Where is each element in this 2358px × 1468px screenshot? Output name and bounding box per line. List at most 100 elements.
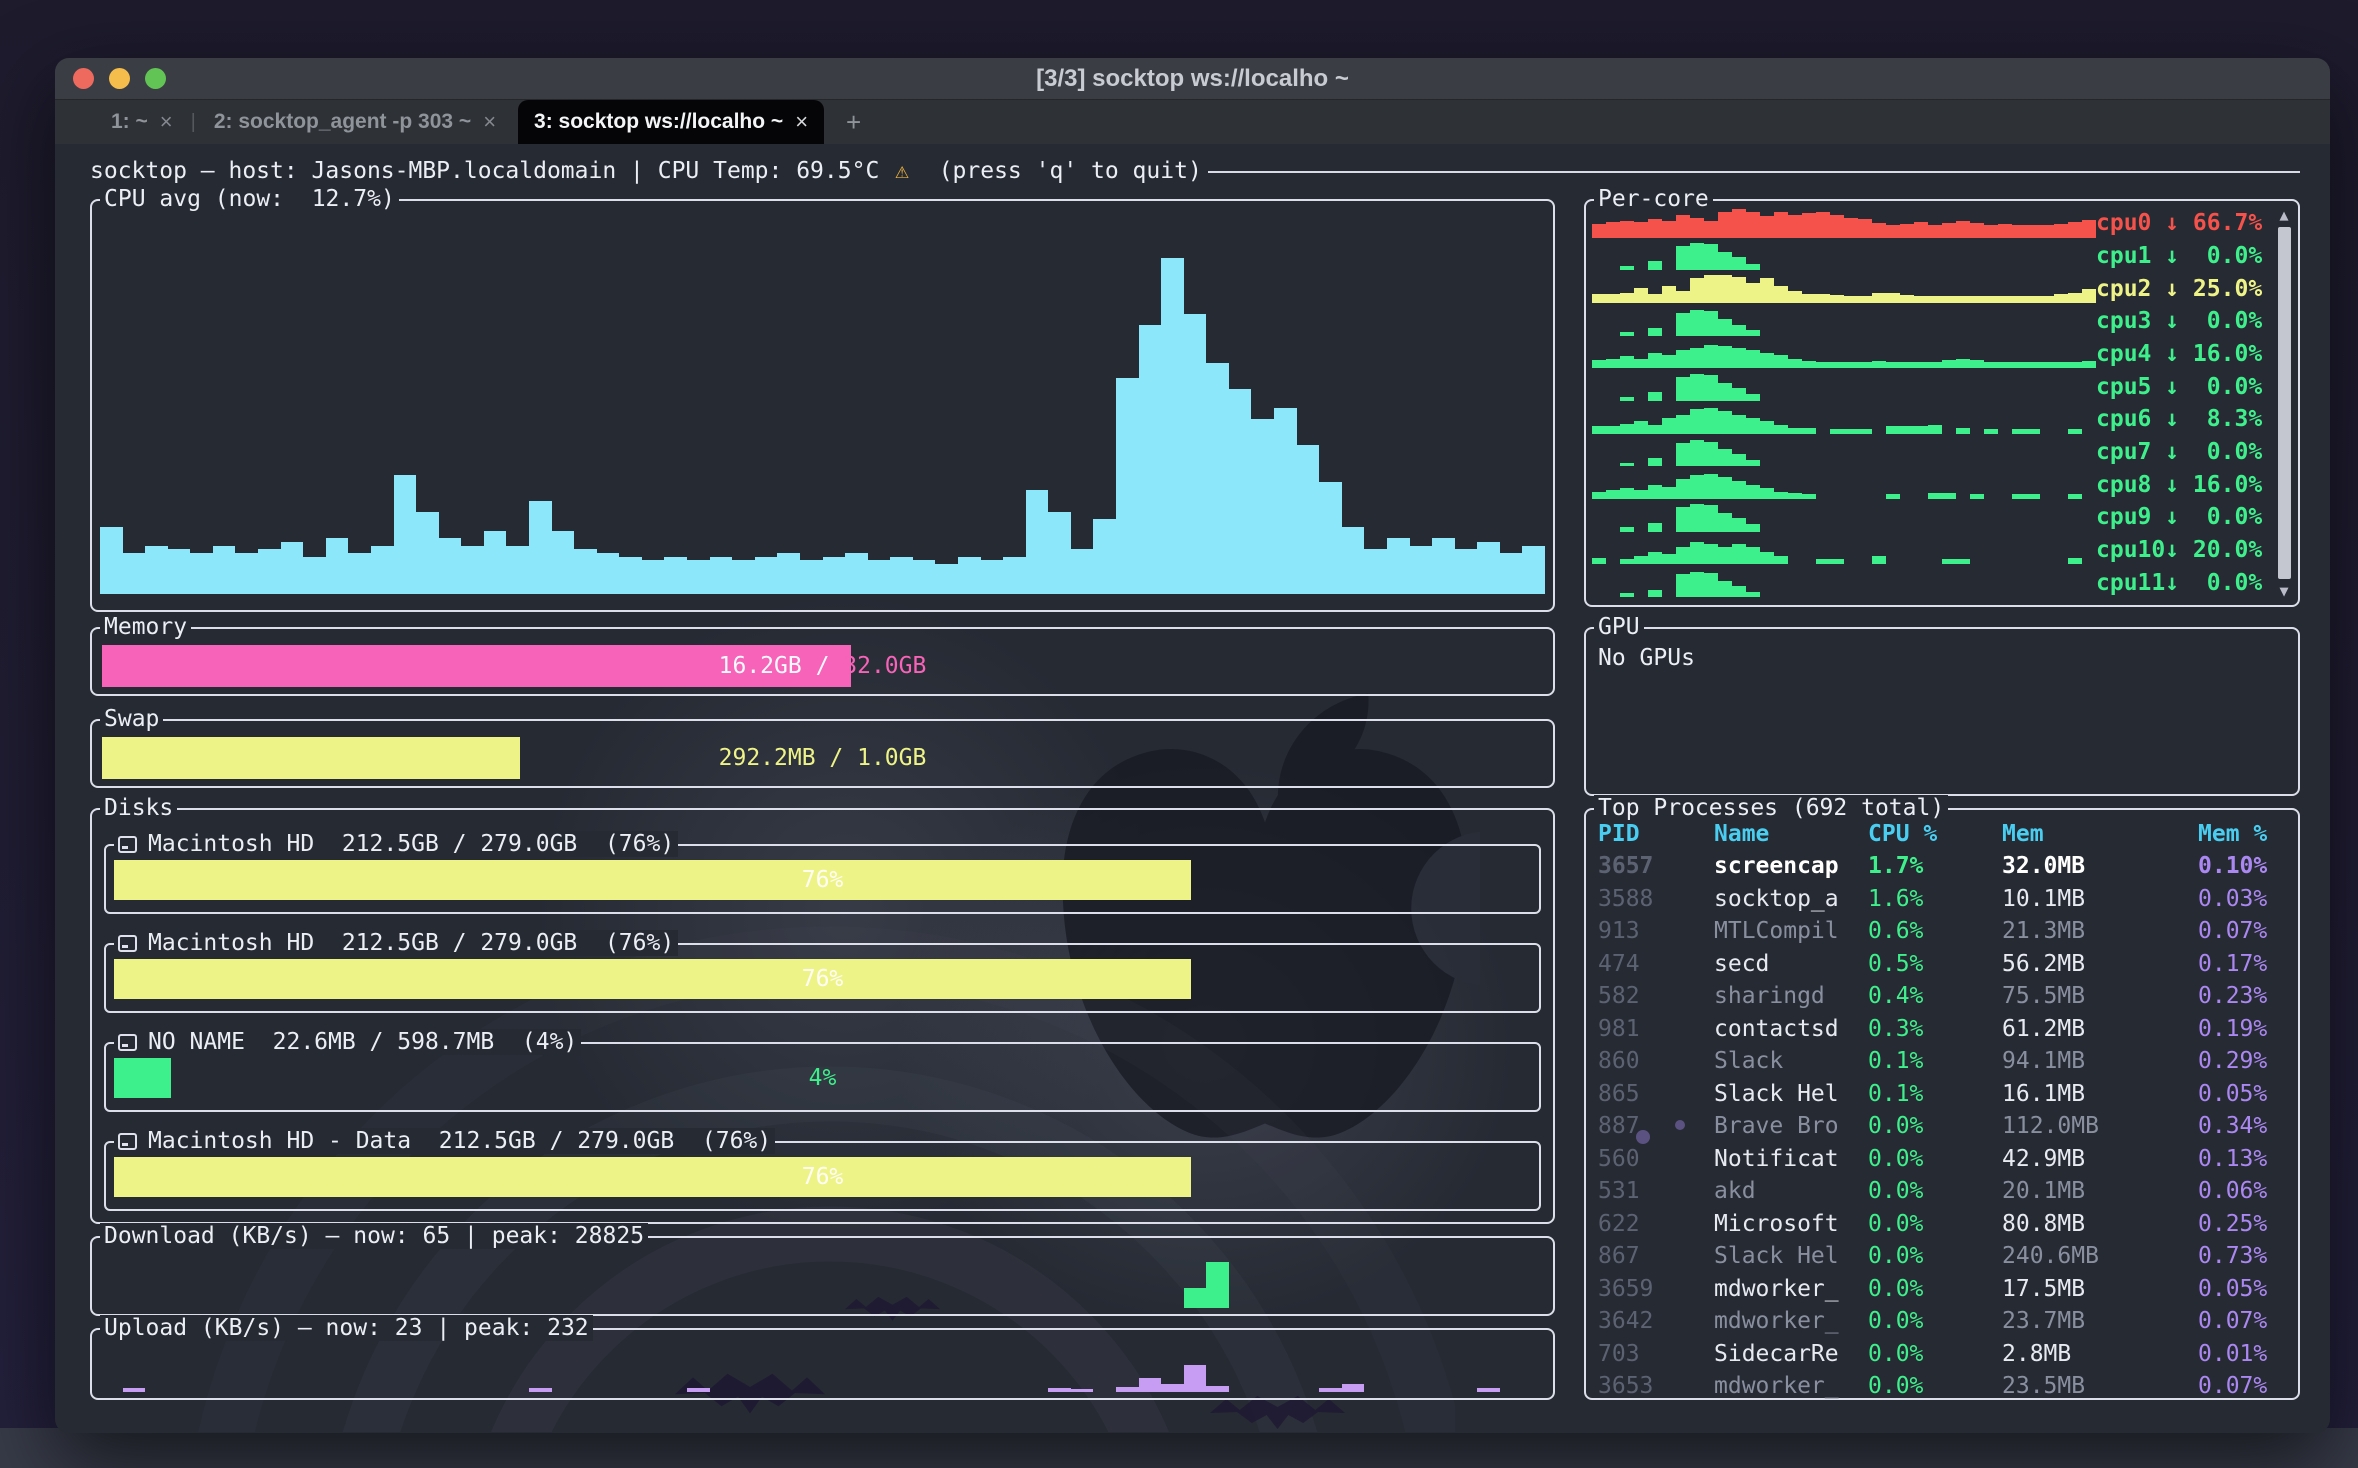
- process-pid: 913: [1598, 918, 1714, 944]
- scroll-down-icon[interactable]: ▼: [2279, 583, 2288, 599]
- disk-gauge-label: 76%: [114, 1157, 1531, 1197]
- minimize-window-button[interactable]: [109, 68, 130, 89]
- process-name: mdworker_: [1714, 1276, 1868, 1302]
- process-row: 3588 socktop_a 1.6% 10.1MB 0.03%: [1598, 883, 2286, 916]
- per-core-scrollbar[interactable]: ▲ ▼: [2275, 207, 2293, 599]
- tab-3-close-icon[interactable]: ×: [795, 109, 808, 135]
- process-row: 474 secd 0.5% 56.2MB 0.17%: [1598, 948, 2286, 981]
- core-label: cpu5 ↓ 0.0%: [2096, 370, 2262, 403]
- process-cpu-pct: 0.1%: [1868, 1048, 2002, 1074]
- process-row: 622 Microsoft 0.0% 80.8MB 0.25%: [1598, 1208, 2286, 1241]
- core-label: cpu9 ↓ 0.0%: [2096, 501, 2262, 534]
- core-sparkline: [1592, 370, 2096, 403]
- memory-panel-title: Memory: [100, 614, 191, 640]
- disk-usage-gauge: 4%: [114, 1058, 1531, 1098]
- core-sparkline: [1592, 501, 2096, 534]
- disk-label: Macintosh HD - Data 212.5GB / 279.0GB (7…: [148, 1128, 771, 1154]
- process-pid: 582: [1598, 983, 1714, 1009]
- process-pid: 622: [1598, 1211, 1714, 1237]
- process-mem: 32.0MB: [2002, 853, 2198, 879]
- process-table-body: 3657 screencap 1.7% 32.0MB 0.10% 3588 so…: [1598, 850, 2286, 1403]
- tab-3-active[interactable]: 3: socktop ws://localho ~×: [518, 100, 824, 144]
- terminal-window: [3/3] socktop ws://localho ~ 1: ~× | 2: …: [55, 58, 2330, 1433]
- process-mem: 94.1MB: [2002, 1048, 2198, 1074]
- process-pid: 3588: [1598, 886, 1714, 912]
- core-label: cpu3 ↓ 0.0%: [2096, 305, 2262, 338]
- core-label: cpu6 ↓ 8.3%: [2096, 403, 2262, 436]
- tab-bar: 1: ~× | 2: socktop_agent -p 303 ~× 3: so…: [55, 100, 2330, 144]
- tab-1-close-icon[interactable]: ×: [160, 109, 173, 135]
- gpu-status-text: No GPUs: [1586, 629, 2298, 687]
- scrollbar-thumb[interactable]: [2278, 227, 2291, 579]
- swap-panel-title: Swap: [100, 706, 163, 732]
- process-row: 703 SidecarRe 0.0% 2.8MB 0.01%: [1598, 1338, 2286, 1371]
- process-mem: 23.7MB: [2002, 1308, 2198, 1334]
- core-row: cpu2 ↓ 25.0%: [1592, 272, 2262, 305]
- process-mem-pct: 0.06%: [2198, 1178, 2286, 1204]
- process-mem: 80.8MB: [2002, 1211, 2198, 1237]
- process-cpu-pct: 0.0%: [1868, 1276, 2002, 1302]
- process-name: mdworker_: [1714, 1308, 1868, 1334]
- top-processes-panel: Top Processes (692 total) PID Name CPU %…: [1584, 808, 2300, 1400]
- core-sparkline: [1592, 468, 2096, 501]
- swap-panel: Swap 292.2MB / 1.0GB: [90, 719, 1555, 788]
- disk-usage-gauge: 76%: [114, 860, 1531, 900]
- process-mem-pct: 0.03%: [2198, 886, 2286, 912]
- process-cpu-pct: 0.0%: [1868, 1373, 2002, 1399]
- gpu-panel-title: GPU: [1594, 614, 1644, 640]
- process-cpu-pct: 0.0%: [1868, 1113, 2002, 1139]
- swap-gauge-label: 292.2MB / 1.0GB: [102, 737, 1543, 779]
- process-cpu-pct: 0.6%: [1868, 918, 2002, 944]
- process-cpu-pct: 0.0%: [1868, 1146, 2002, 1172]
- warning-icon: ⚠: [893, 158, 911, 184]
- memory-panel: Memory 16.2GB / 32.0GB: [90, 627, 1555, 696]
- process-mem-pct: 0.73%: [2198, 1243, 2286, 1269]
- tab-2-close-icon[interactable]: ×: [483, 109, 496, 135]
- core-row: cpu7 ↓ 0.0%: [1592, 436, 2262, 469]
- process-mem: 75.5MB: [2002, 983, 2198, 1009]
- wallpaper-bottom-strip: [0, 1428, 2358, 1468]
- process-pid: 703: [1598, 1341, 1714, 1367]
- disk-usage-gauge: 76%: [114, 1157, 1531, 1197]
- process-name: sharingd: [1714, 983, 1868, 1009]
- terminal-content: socktop — host: Jasons-MBP.localdomain |…: [55, 144, 2330, 1432]
- process-name: SidecarRe: [1714, 1341, 1868, 1367]
- cpu-avg-panel: CPU avg (now: 12.7%): [90, 199, 1555, 612]
- window-titlebar[interactable]: [3/3] socktop ws://localho ~: [55, 58, 2330, 100]
- new-tab-button[interactable]: +: [846, 107, 861, 138]
- core-label: cpu11↓ 0.0%: [2096, 566, 2262, 599]
- disk-item: NO NAME 22.6MB / 598.7MB (4%) 4%: [104, 1042, 1541, 1112]
- disk-icon: [118, 935, 137, 952]
- zoom-window-button[interactable]: [145, 68, 166, 89]
- disk-item-title: Macintosh HD 212.5GB / 279.0GB (76%): [114, 930, 678, 956]
- disk-list: Macintosh HD 212.5GB / 279.0GB (76%) 76%…: [104, 844, 1541, 1211]
- process-row: 3653 mdworker_ 0.0% 23.5MB 0.07%: [1598, 1370, 2286, 1403]
- process-mem-pct: 0.29%: [2198, 1048, 2286, 1074]
- process-mem-pct: 0.07%: [2198, 1308, 2286, 1334]
- process-cpu-pct: 0.4%: [1868, 983, 2002, 1009]
- traffic-lights: [73, 58, 166, 99]
- process-cpu-pct: 0.0%: [1868, 1178, 2002, 1204]
- process-cpu-pct: 1.6%: [1868, 886, 2002, 912]
- core-sparkline: [1592, 403, 2096, 436]
- core-sparkline: [1592, 305, 2096, 338]
- tab-2[interactable]: 2: socktop_agent -p 303 ~×: [198, 100, 512, 144]
- left-column: CPU avg (now: 12.7%) Memory 16.2GB / 32.…: [90, 199, 1555, 1400]
- core-sparkline: [1592, 240, 2096, 273]
- tab-1[interactable]: 1: ~×: [95, 100, 189, 144]
- process-name: MTLCompil: [1714, 918, 1868, 944]
- scroll-up-icon[interactable]: ▲: [2279, 207, 2288, 223]
- disk-icon: [118, 836, 137, 853]
- close-window-button[interactable]: [73, 68, 94, 89]
- core-row: cpu11↓ 0.0%: [1592, 566, 2262, 599]
- process-pid: 860: [1598, 1048, 1714, 1074]
- process-mem-pct: 0.13%: [2198, 1146, 2286, 1172]
- process-mem: 20.1MB: [2002, 1178, 2198, 1204]
- disk-item: Macintosh HD - Data 212.5GB / 279.0GB (7…: [104, 1141, 1541, 1211]
- core-sparkline: [1592, 338, 2096, 371]
- process-mem: 10.1MB: [2002, 886, 2198, 912]
- process-pid: 3642: [1598, 1308, 1714, 1334]
- right-column: Per-core cpu0 ↓ 66.7% cpu1 ↓ 0.0% cpu2 ↓…: [1584, 199, 2300, 1400]
- process-mem: 56.2MB: [2002, 951, 2198, 977]
- cpu-avg-panel-title: CPU avg (now: 12.7%): [100, 186, 399, 212]
